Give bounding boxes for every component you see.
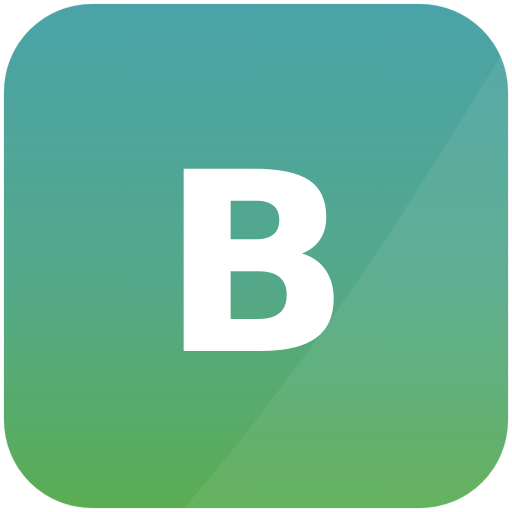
app-icon[interactable]: B — [4, 4, 508, 508]
icon-canvas: B — [0, 0, 512, 512]
app-icon-graphic: B — [4, 4, 508, 508]
letter-b-glyph: B — [161, 119, 352, 410]
